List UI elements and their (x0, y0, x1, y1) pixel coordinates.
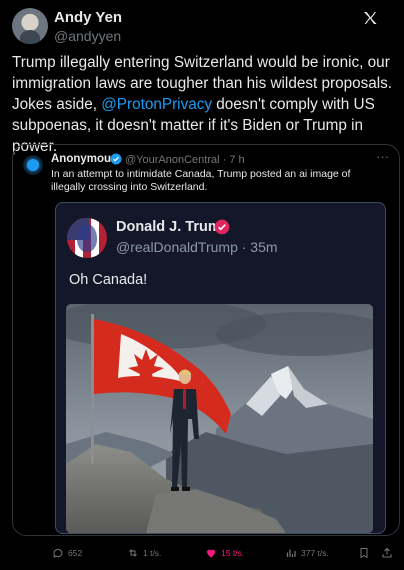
quoted-author-name[interactable]: Anonymous (51, 153, 117, 165)
views-button[interactable]: 377 t/s. (285, 545, 329, 561)
author-name[interactable]: Andy Yen (54, 9, 122, 26)
verified-icon (110, 153, 122, 165)
repost-button[interactable]: 1 t/s. (127, 545, 161, 561)
views-icon (286, 549, 296, 557)
reply-button[interactable]: 652 (52, 545, 82, 561)
quoted-text: In an attempt to intimidate Canada, Trum… (51, 168, 351, 193)
quoted-avatar[interactable] (23, 155, 43, 175)
share-button[interactable] (381, 545, 393, 561)
author-handle[interactable]: @andyyen (54, 28, 121, 44)
author-avatar[interactable] (12, 8, 48, 44)
repost-count: 1 t/s. (143, 548, 162, 558)
heart-icon (206, 549, 216, 558)
quoted-handle-time: @YourAnonCentral · 7 h (125, 154, 245, 166)
quoted-handle[interactable]: @YourAnonCentral (125, 154, 220, 166)
post-text: Trump illegally entering Switzerland wou… (12, 52, 396, 157)
inner-post-image[interactable]: Donald J. Trump @realDonaldTrump · 35m O… (55, 202, 386, 534)
inner-author-name: Donald J. Trump (116, 219, 230, 235)
post-header: Andy Yen @andyyen (12, 8, 392, 48)
inner-handle: @realDonaldTrump (116, 239, 238, 255)
inner-handle-time: @realDonaldTrump · 35m (116, 239, 278, 255)
share-icon (382, 547, 392, 558)
views-count: 377 t/s. (301, 548, 329, 558)
bookmark-icon (360, 548, 368, 559)
like-count: 15 t/s. (221, 548, 245, 558)
pink-badge-icon (214, 219, 230, 235)
inner-avatar (67, 218, 107, 258)
ai-generated-image[interactable] (66, 304, 373, 533)
like-button[interactable]: 15 t/s. (205, 545, 244, 561)
quoted-post[interactable]: Anonymous @YourAnonCentral · 7 h ··· In … (12, 144, 400, 536)
action-bar: 652 1 t/s. 15 t/s. 377 t/s. (0, 545, 404, 563)
x-logo-icon[interactable] (362, 10, 378, 26)
mention-link[interactable]: @ProtonPrivacy (101, 96, 212, 113)
bookmark-button[interactable] (358, 545, 370, 561)
reply-count: 652 (68, 548, 83, 558)
repost-icon (129, 549, 137, 557)
inner-text: Oh Canada! (69, 272, 148, 288)
reply-icon (53, 548, 63, 558)
more-icon[interactable]: ··· (376, 149, 389, 164)
inner-time: · 35m (241, 239, 278, 255)
quoted-time: · 7 h (222, 154, 245, 166)
